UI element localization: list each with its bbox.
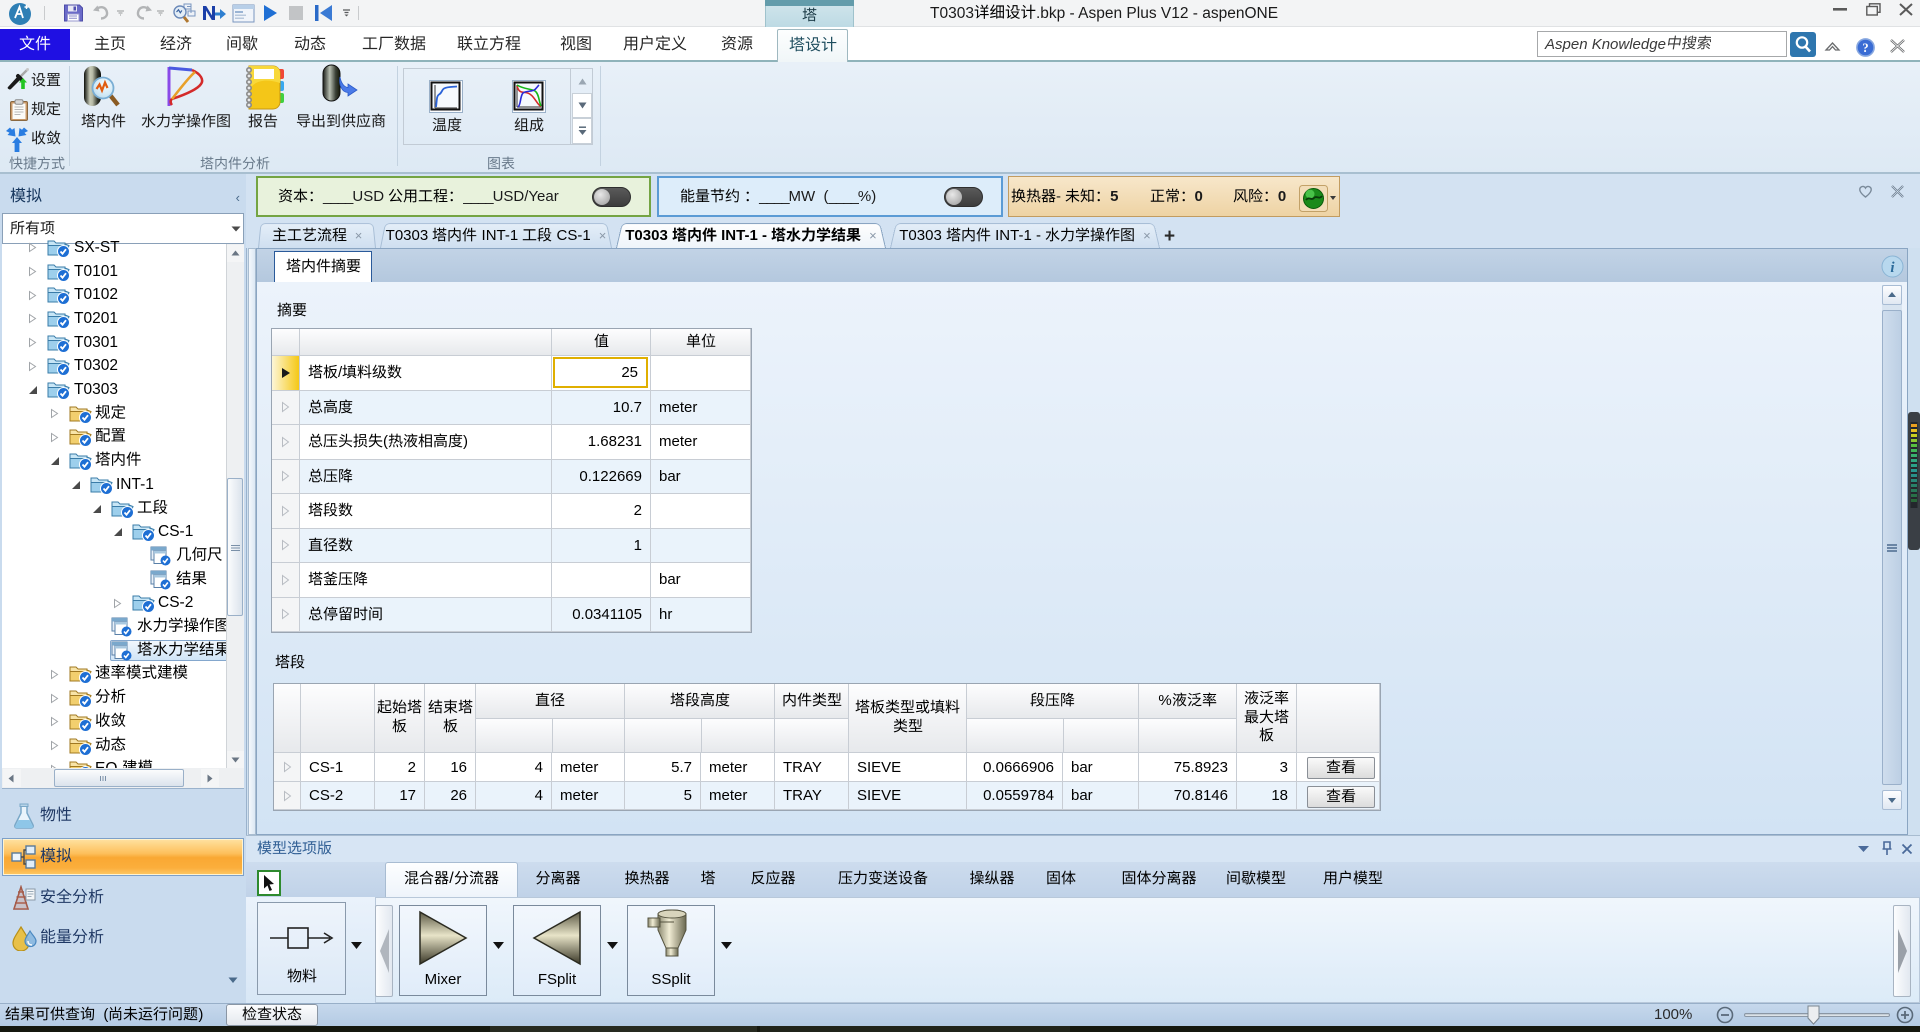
svg-text:?: ? [1862,41,1868,55]
